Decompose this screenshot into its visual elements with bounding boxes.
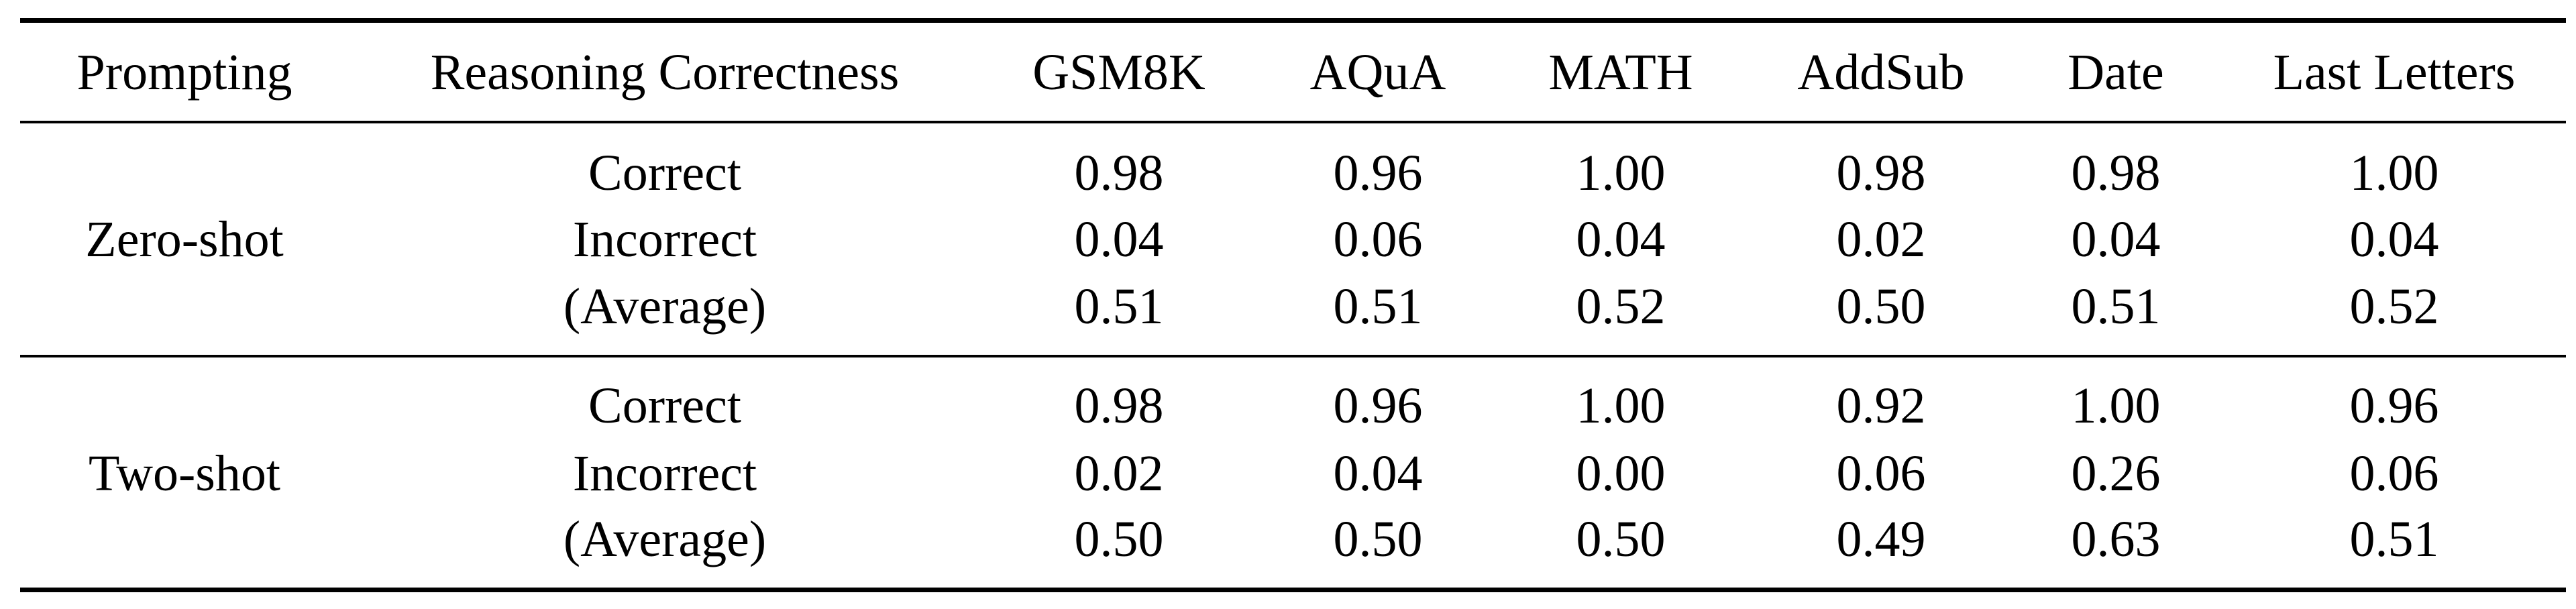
cell-addsub: 0.02 — [1836, 211, 1926, 268]
header-addsub: AddSub — [1797, 44, 1965, 101]
cell-date: 0.04 — [2071, 211, 2161, 268]
row-correctness: Incorrect — [572, 211, 757, 268]
cell-last-letters: 0.52 — [2349, 278, 2439, 335]
cell-addsub: 0.06 — [1836, 445, 1926, 502]
cell-math: 0.52 — [1576, 278, 1666, 335]
cell-last-letters: 0.04 — [2349, 211, 2439, 268]
cell-last-letters: 0.06 — [2349, 445, 2439, 502]
header-date: Date — [2068, 44, 2164, 101]
row-correctness: Correct — [588, 378, 741, 434]
header-prompting: Prompting — [76, 44, 292, 101]
cell-addsub: 0.50 — [1836, 278, 1926, 335]
cell-last-letters: 1.00 — [2349, 145, 2439, 201]
cell-aqua: 0.50 — [1333, 511, 1423, 567]
cell-gsm8k: 0.51 — [1074, 278, 1164, 335]
cell-gsm8k: 0.02 — [1074, 445, 1164, 502]
top-rule — [20, 18, 2566, 23]
cell-aqua: 0.04 — [1333, 445, 1423, 502]
group-label: Zero-shot — [85, 211, 284, 268]
cell-date: 0.51 — [2071, 278, 2161, 335]
cell-gsm8k: 0.98 — [1074, 378, 1164, 434]
cell-addsub: 0.98 — [1836, 145, 1926, 201]
cell-addsub: 0.92 — [1836, 378, 1926, 434]
cell-last-letters: 0.96 — [2349, 378, 2439, 434]
cell-math: 0.50 — [1576, 511, 1666, 567]
header-last-letters: Last Letters — [2273, 44, 2516, 101]
bottom-rule — [20, 588, 2566, 592]
row-correctness: (Average) — [563, 511, 767, 567]
row-correctness: Incorrect — [572, 445, 757, 502]
cell-aqua: 0.96 — [1333, 145, 1423, 201]
cell-math: 0.04 — [1576, 211, 1666, 268]
cell-math: 1.00 — [1576, 145, 1666, 201]
cell-gsm8k: 0.98 — [1074, 145, 1164, 201]
cell-last-letters: 0.51 — [2349, 511, 2439, 567]
header-aqua: AQuA — [1309, 44, 1446, 101]
cell-date: 0.63 — [2071, 511, 2161, 567]
cell-date: 0.98 — [2071, 145, 2161, 201]
cell-aqua: 0.06 — [1333, 211, 1423, 268]
cell-gsm8k: 0.50 — [1074, 511, 1164, 567]
header-gsm8k: GSM8K — [1032, 44, 1205, 101]
cell-aqua: 0.51 — [1333, 278, 1423, 335]
cell-addsub: 0.49 — [1836, 511, 1926, 567]
header-math: MATH — [1548, 44, 1693, 101]
cell-date: 0.26 — [2071, 445, 2161, 502]
header-rule — [20, 121, 2566, 123]
cell-math: 1.00 — [1576, 378, 1666, 434]
group-separator-rule — [20, 355, 2566, 357]
header-reasoning-correctness: Reasoning Correctness — [430, 44, 900, 101]
cell-date: 1.00 — [2071, 378, 2161, 434]
cell-gsm8k: 0.04 — [1074, 211, 1164, 268]
row-correctness: Correct — [588, 145, 741, 201]
cell-math: 0.00 — [1576, 445, 1666, 502]
cell-aqua: 0.96 — [1333, 378, 1423, 434]
group-label: Two-shot — [88, 445, 281, 502]
row-correctness: (Average) — [563, 278, 767, 335]
